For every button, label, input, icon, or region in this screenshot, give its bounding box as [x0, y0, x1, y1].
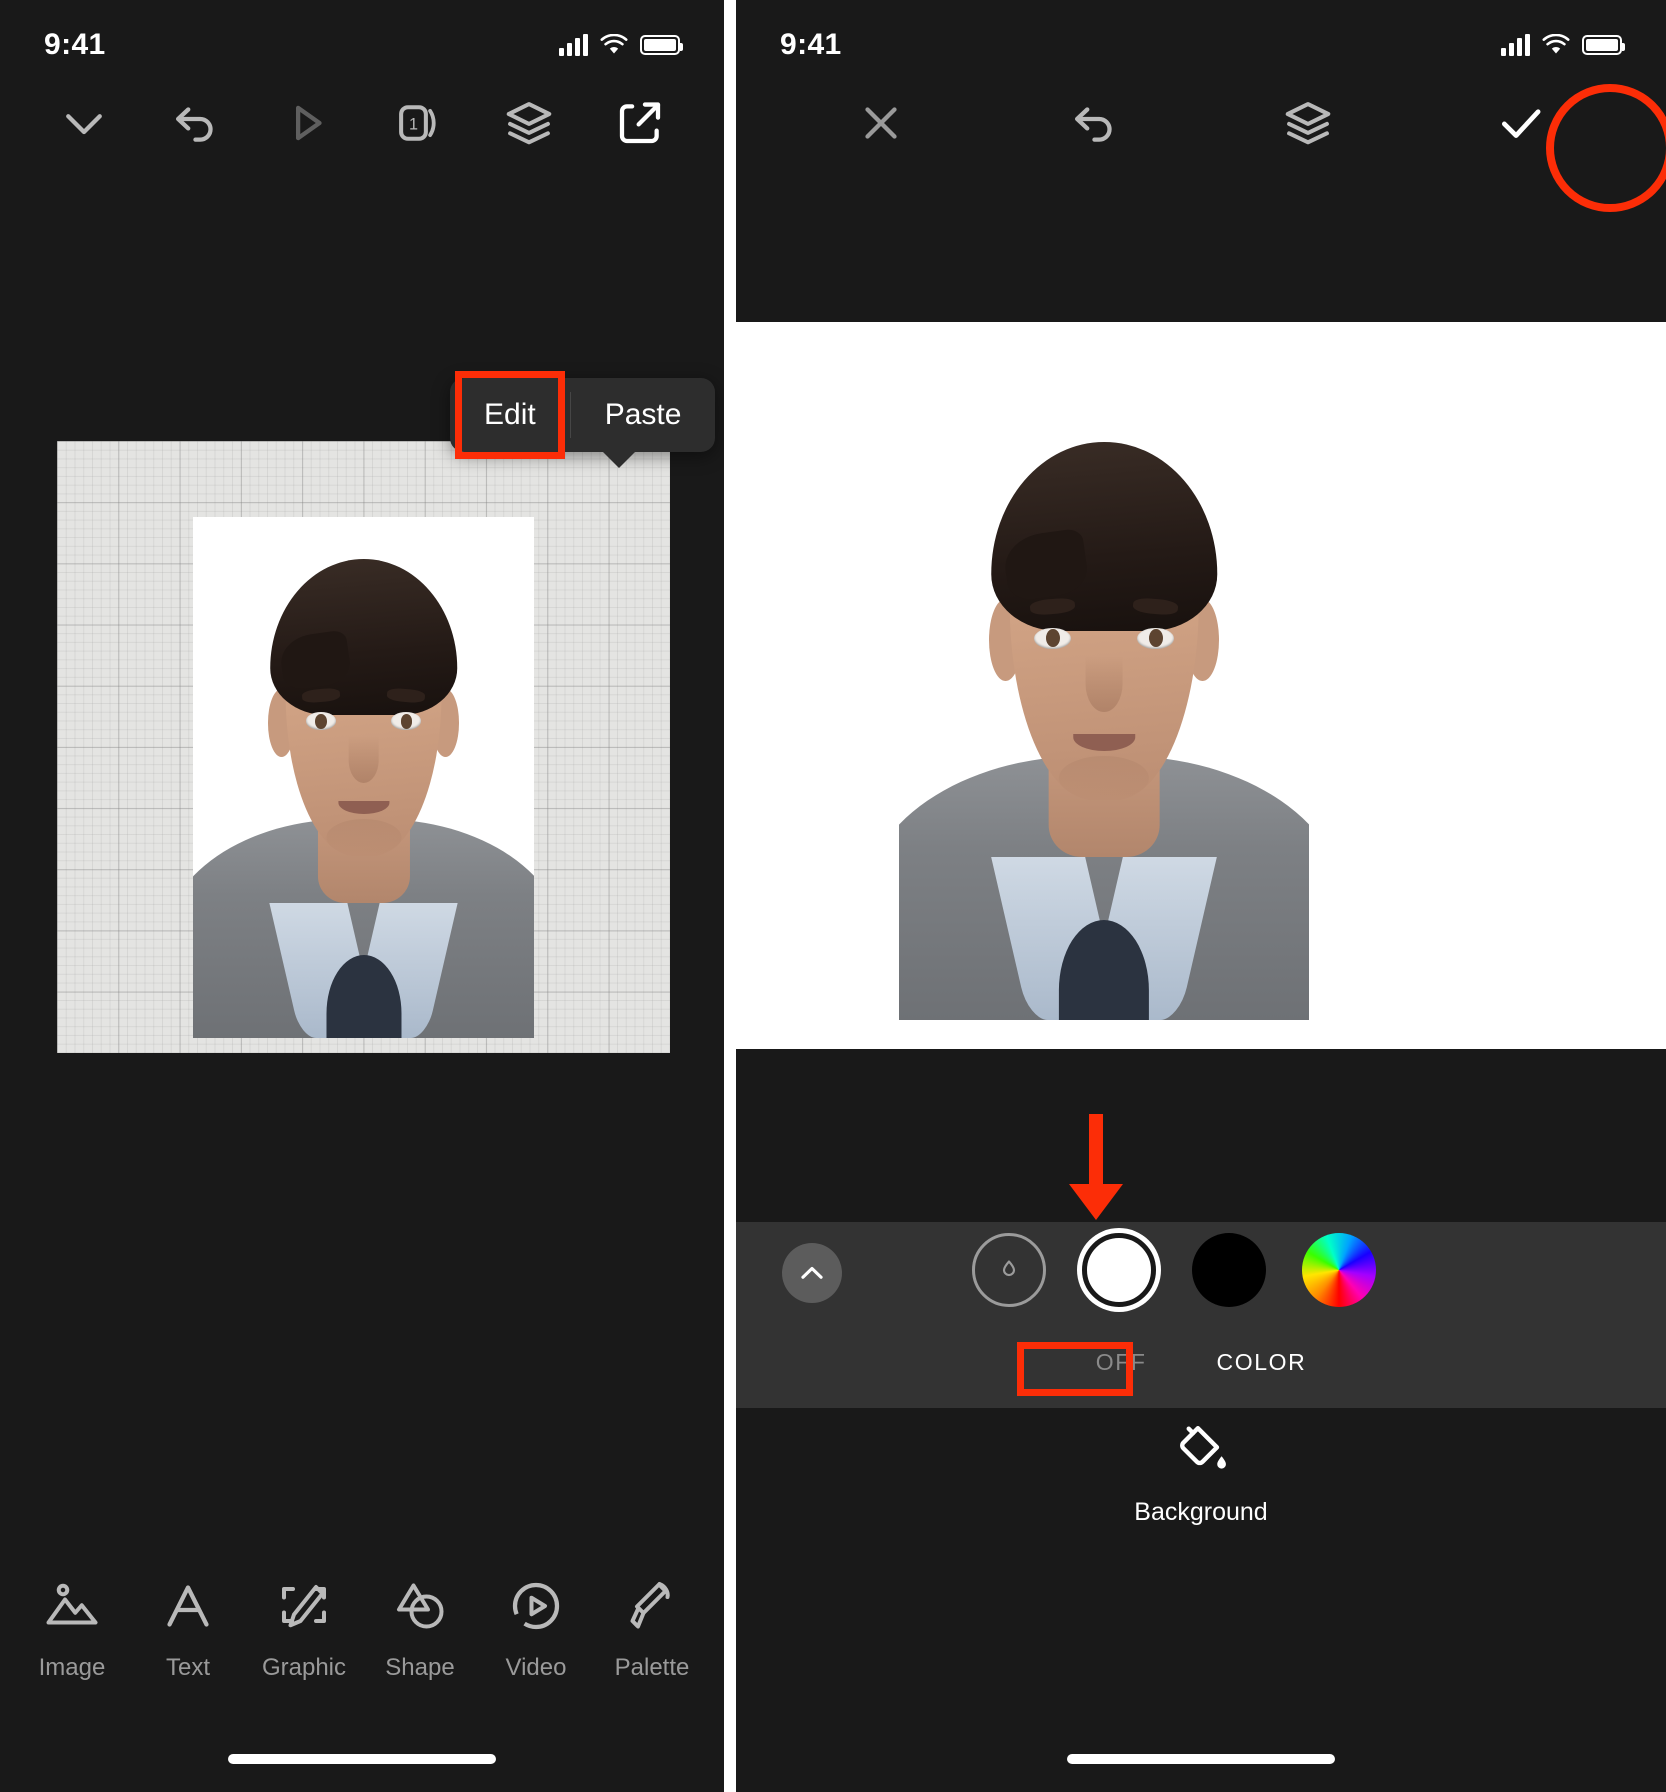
done-button[interactable] [1415, 75, 1629, 170]
play-icon [296, 105, 322, 140]
eye-left [1034, 627, 1072, 649]
status-indicators [559, 34, 683, 56]
cellular-signal-icon [559, 34, 588, 56]
wifi-icon [600, 34, 628, 54]
layers-button[interactable] [1201, 75, 1415, 170]
close-button[interactable] [774, 75, 988, 170]
undo-icon [175, 106, 213, 142]
close-icon [865, 106, 897, 139]
layers-icon [506, 101, 552, 144]
tool-label-palette: Palette [614, 1654, 690, 1681]
undo-button[interactable] [988, 75, 1202, 170]
text-icon [167, 1585, 209, 1627]
status-time: 9:41 [44, 28, 106, 61]
tool-label-image: Image [38, 1654, 106, 1681]
portrait-photo[interactable] [899, 392, 1309, 1020]
page-count-button[interactable]: 1 [362, 75, 473, 170]
tool-item-graphic[interactable]: Graphic [246, 1576, 362, 1682]
tool-item-image[interactable]: Image [14, 1576, 130, 1682]
transparent-grid-canvas[interactable] [57, 441, 670, 1053]
status-indicators [1501, 34, 1625, 56]
tool-label-graphic: Graphic [261, 1654, 347, 1681]
eye-left [305, 712, 337, 731]
right-top-toolbar [736, 75, 1666, 170]
battery-icon [1582, 35, 1625, 55]
context-menu-item-edit[interactable]: Edit [450, 378, 570, 452]
graphic-icon [282, 1585, 326, 1628]
nose [348, 735, 379, 783]
image-icon [46, 1583, 98, 1625]
color-swatch-list [972, 1233, 1376, 1307]
tool-label-shape: Shape [385, 1654, 455, 1681]
collapse-button[interactable] [28, 75, 139, 170]
tool-label-video: Video [505, 1654, 567, 1681]
screenshot-root: 9:41 1 Edit Paste Image Text Graphic Sha… [0, 0, 1666, 1792]
context-menu: Edit Paste [450, 378, 716, 468]
paint-bucket-icon [1179, 1426, 1226, 1469]
eyedropper-swatch[interactable] [972, 1233, 1046, 1307]
wifi-icon [1542, 34, 1570, 54]
home-indicator-right [1067, 1754, 1335, 1764]
share-button[interactable] [585, 75, 696, 170]
background-tool-label: Background [1134, 1498, 1268, 1526]
left-phone-screen: 9:41 1 Edit Paste Image Text Graphic Sha… [0, 0, 724, 1792]
checkmark-icon [1502, 108, 1541, 138]
layers-button[interactable] [473, 75, 584, 170]
video-icon [512, 1582, 560, 1630]
chevron-down-icon [65, 113, 102, 134]
context-menu-pointer [602, 451, 636, 468]
mode-tab-row: OFF COLOR [736, 1330, 1666, 1394]
left-top-toolbar: 1 [0, 75, 724, 170]
undo-button[interactable] [139, 75, 250, 170]
white-swatch[interactable] [1082, 1233, 1156, 1307]
page-count-value: 1 [409, 115, 418, 133]
bottom-tool-rail: Image Text Graphic Shape Video Palette [0, 1576, 724, 1682]
nose [1085, 655, 1123, 713]
black-swatch[interactable] [1192, 1233, 1266, 1307]
play-button[interactable] [251, 75, 362, 170]
collapse-panel-button[interactable] [782, 1243, 842, 1303]
tool-item-shape[interactable]: Shape [362, 1576, 478, 1682]
tab-color[interactable]: COLOR [1217, 1349, 1307, 1376]
palette-icon [630, 1582, 670, 1629]
screen-divider [724, 0, 736, 1792]
chin [1058, 756, 1150, 801]
portrait-photo[interactable] [193, 517, 534, 1038]
red-down-arrow [1069, 1114, 1123, 1220]
background-tool[interactable]: Background [1134, 1420, 1268, 1527]
tool-item-video[interactable]: Video [478, 1576, 594, 1682]
shape-icon [397, 1583, 444, 1629]
white-background-preview[interactable] [736, 322, 1666, 1049]
tool-label-text: Text [165, 1654, 210, 1681]
eye-right [1136, 627, 1174, 649]
color-wheel-swatch[interactable] [1302, 1233, 1376, 1307]
home-indicator-left [228, 1754, 496, 1764]
share-icon [620, 101, 661, 143]
tab-off[interactable]: OFF [1096, 1349, 1147, 1376]
status-time: 9:41 [780, 28, 842, 61]
tool-item-palette[interactable]: Palette [594, 1576, 710, 1682]
right-phone-screen: 9:41 OFF COLOR Background [736, 0, 1666, 1792]
chevron-up-icon [801, 1266, 823, 1279]
page-count-icon: 1 [398, 104, 436, 141]
droplet-icon [1002, 1260, 1016, 1276]
cellular-signal-icon [1501, 34, 1530, 56]
context-menu-item-paste[interactable]: Paste [571, 378, 716, 452]
battery-icon [640, 35, 683, 55]
undo-icon [1075, 106, 1112, 142]
tool-item-text[interactable]: Text [130, 1576, 246, 1682]
layers-icon [1285, 101, 1331, 144]
